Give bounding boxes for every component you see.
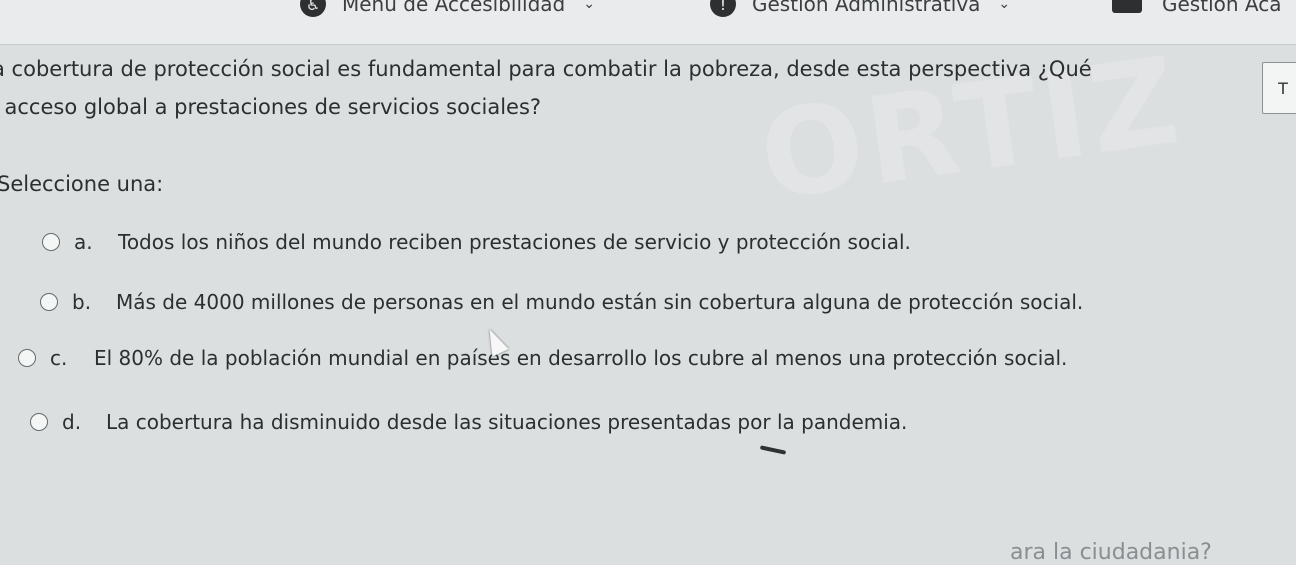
answer-option-b[interactable]: b. Más de 4000 millones de personas en e… [40,290,1083,314]
top-navigation-bar: ♿ Menú de Accesibilidad ⌄ ! Gestión Admi… [0,0,1296,45]
academic-management-label: Gestión Aca [1162,0,1282,16]
accessibility-menu-label: Menú de Accesibilidad [342,0,566,16]
flag-label: T [1278,78,1288,98]
radio-button[interactable] [42,233,60,251]
academic-management-menu[interactable]: Gestión Aca [1112,0,1281,16]
answer-option-c[interactable]: c. El 80% de la población mundial en paí… [18,346,1067,370]
chevron-down-icon: ⌄ [583,0,595,12]
admin-management-label: Gestión Administrativa [752,0,981,16]
admin-management-menu[interactable]: ! Gestión Administrativa ⌄ [710,0,1011,17]
radio-button[interactable] [30,413,48,431]
option-letter: d. [62,410,82,434]
flag-question-button[interactable]: T [1262,62,1296,114]
answer-option-a[interactable]: a. Todos los niños del mundo reciben pre… [42,230,911,254]
radio-button[interactable] [18,349,36,367]
question-text: a cobertura de protección social es fund… [0,50,1242,126]
accessibility-menu[interactable]: ♿ Menú de Accesibilidad ⌄ [300,0,595,17]
next-question-fragment: ara la ciudadania? [1010,540,1212,565]
option-letter: a. [74,230,93,254]
info-icon: ! [710,0,736,17]
question-line-1: a cobertura de protección social es fund… [0,57,1092,81]
option-text: La cobertura ha disminuido desde las sit… [106,410,908,434]
select-prompt: Seleccione una: [0,172,164,196]
option-text: Todos los niños del mundo reciben presta… [118,230,911,254]
option-letter: c. [50,346,68,370]
radio-button[interactable] [40,293,58,311]
pen-mark [759,445,787,455]
chevron-down-icon: ⌄ [998,0,1011,12]
academic-icon [1112,0,1142,13]
accessibility-icon: ♿ [300,0,326,17]
option-text: El 80% de la población mundial en países… [94,346,1068,370]
question-line-2: l acceso global a prestaciones de servic… [0,95,542,119]
option-letter: b. [72,290,92,314]
answer-option-d[interactable]: d. La cobertura ha disminuido desde las … [30,410,907,434]
option-text: Más de 4000 millones de personas en el m… [116,290,1084,314]
